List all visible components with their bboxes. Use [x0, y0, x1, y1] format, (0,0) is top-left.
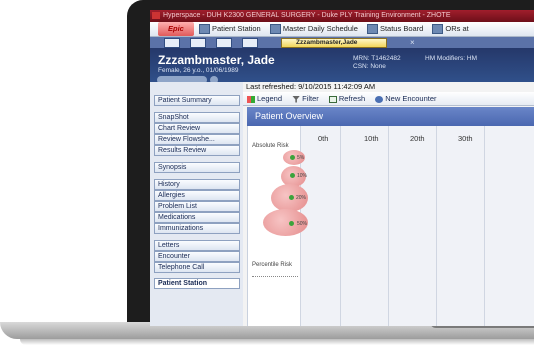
- gridline: [436, 126, 437, 326]
- sidebar-item-snapshot[interactable]: SnapShot: [154, 112, 240, 123]
- patient-overview-banner: Patient Overview: [247, 107, 534, 126]
- back-icon[interactable]: [216, 38, 232, 48]
- gridline: [388, 126, 389, 326]
- toolbar-patient-station[interactable]: Patient Station: [198, 22, 261, 36]
- gridline: [340, 126, 341, 326]
- toolbar-ors-at[interactable]: ORs at: [432, 22, 469, 36]
- refresh-button[interactable]: Refresh: [328, 92, 365, 105]
- sidebar-item-chart-review[interactable]: Chart Review: [154, 123, 240, 134]
- sidebar-item-review-flowsheets[interactable]: Review Flowshe...: [154, 134, 240, 145]
- toolbar-status-board[interactable]: Status Board: [366, 22, 423, 36]
- column-tick: 0th: [318, 134, 329, 143]
- risk-percent: 5%: [297, 155, 305, 161]
- filter-button[interactable]: Filter: [292, 92, 319, 105]
- new-encounter-button[interactable]: New Encounter: [375, 92, 437, 105]
- patient-hm-modifiers: HM Modifiers: HM: [425, 55, 478, 62]
- patient-station-icon: [198, 24, 210, 35]
- sidebar: Patient Summary SnapShot Chart Review Re…: [150, 82, 243, 326]
- print-icon[interactable]: [190, 38, 206, 48]
- risk-percent: 50%: [297, 221, 308, 227]
- sidebar-item-history[interactable]: History: [154, 179, 240, 190]
- risk-percent: 10%: [297, 173, 308, 179]
- home-icon[interactable]: [164, 38, 180, 48]
- monitor-icon[interactable]: [242, 38, 258, 48]
- laptop-screen: Hyperspace - DUH K2300 GENERAL SURGERY -…: [150, 10, 534, 326]
- window-titlebar: Hyperspace - DUH K2300 GENERAL SURGERY -…: [150, 10, 534, 22]
- laptop-shadow: [20, 339, 534, 345]
- risk-marker: [290, 155, 295, 160]
- legend-icon: [247, 95, 255, 103]
- sidebar-item-results-review[interactable]: Results Review: [154, 145, 240, 156]
- tab-patient[interactable]: Zzzambmaster,Jade: [281, 38, 387, 48]
- sidebar-item-problem-list[interactable]: Problem List: [154, 201, 240, 212]
- patient-name: Zzzambmaster, Jade: [158, 53, 275, 67]
- sidebar-item-allergies[interactable]: Allergies: [154, 190, 240, 201]
- patient-header: Zzzambmaster, Jade Female, 26 y.o., 01/0…: [150, 48, 534, 84]
- legend-button[interactable]: Legend: [247, 92, 282, 105]
- epic-menu-button[interactable]: Epic: [158, 22, 194, 36]
- status-board-icon: [366, 24, 378, 35]
- patient-mrn: MRN: T1462482: [353, 55, 401, 62]
- risk-marker: [290, 173, 295, 178]
- action-bar: Legend Filter Refresh New Encounter: [243, 92, 534, 106]
- schedule-icon: [269, 24, 281, 35]
- risk-marker: [289, 195, 294, 200]
- toolbar-master-daily-schedule[interactable]: Master Daily Schedule: [269, 22, 358, 36]
- last-refreshed: Last refreshed: 9/10/2015 11:42:09 AM: [243, 82, 534, 92]
- sidebar-item-letters[interactable]: Letters: [154, 240, 240, 251]
- close-icon[interactable]: ×: [410, 38, 415, 47]
- risk-marker: [289, 221, 294, 226]
- sidebar-item-encounter[interactable]: Encounter: [154, 251, 240, 262]
- sidebar-item-patient-station[interactable]: Patient Station: [154, 278, 240, 289]
- percentile-divider: [252, 276, 298, 277]
- sidebar-item-medications[interactable]: Medications: [154, 212, 240, 223]
- sidebar-item-synopsis[interactable]: Synopsis: [154, 162, 240, 173]
- ors-icon: [432, 24, 444, 35]
- absolute-risk-label: Absolute Risk: [252, 143, 289, 149]
- column-tick: 10th: [364, 134, 379, 143]
- risk-percent: 20%: [296, 195, 307, 201]
- activity-tabstrip: Zzzambmaster,Jade ×: [150, 37, 534, 48]
- sidebar-item-immunizations[interactable]: Immunizations: [154, 223, 240, 234]
- column-tick: 30th: [458, 134, 473, 143]
- main-toolbar: Epic Patient Station Master Daily Schedu…: [150, 22, 534, 37]
- new-encounter-icon: [375, 95, 384, 103]
- app-icon: [152, 11, 160, 19]
- risk-chart: 0th 10th 20th 30th Absolute Risk 5% 10% …: [247, 126, 534, 326]
- sidebar-item-telephone-call[interactable]: Telephone Call: [154, 262, 240, 273]
- patient-csn: CSN: None: [353, 63, 386, 70]
- sidebar-item-patient-summary[interactable]: Patient Summary: [154, 95, 240, 106]
- column-tick: 20th: [410, 134, 425, 143]
- filter-icon: [292, 95, 301, 103]
- patient-info: Female, 26 y.o., 01/06/1989: [158, 67, 239, 74]
- percentile-risk-label: Percentile Risk: [252, 262, 293, 268]
- window-title: Hyperspace - DUH K2300 GENERAL SURGERY -…: [163, 12, 451, 19]
- gridline: [484, 126, 485, 326]
- refresh-icon: [328, 95, 337, 103]
